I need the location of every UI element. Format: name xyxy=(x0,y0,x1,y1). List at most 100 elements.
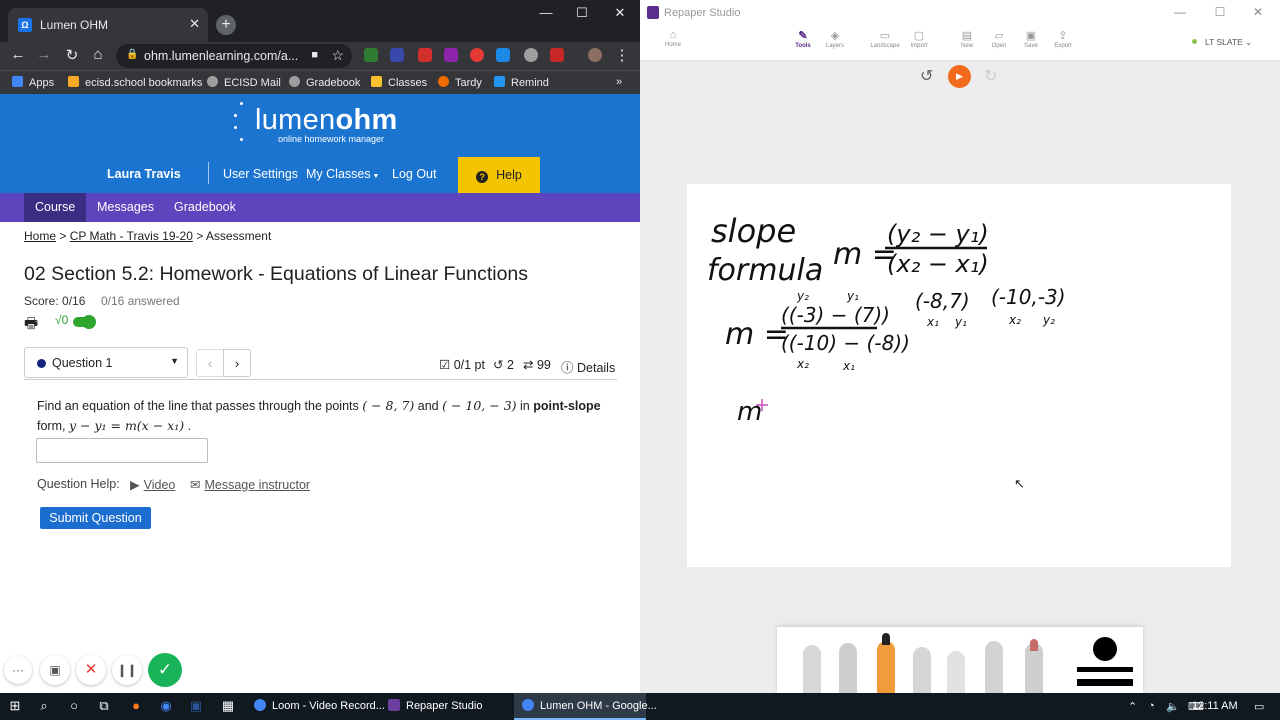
volume-icon[interactable]: 🔈 xyxy=(1166,700,1180,713)
taskbar-app-lumen[interactable]: Lumen OHM - Google... xyxy=(514,693,657,720)
log-out-link[interactable]: Log Out xyxy=(392,167,436,181)
bookmark-mail[interactable]: ECISD Mail xyxy=(207,76,281,89)
tool-landscape[interactable]: ▭ Landscape xyxy=(868,29,902,49)
extension-icon[interactable] xyxy=(418,48,432,62)
extension-icon[interactable] xyxy=(444,48,458,62)
maximize-icon[interactable]: ☐ xyxy=(570,5,594,21)
details-button[interactable]: ⓘ Details xyxy=(561,357,615,376)
extension-icon[interactable] xyxy=(470,48,484,62)
user-settings-link[interactable]: User Settings xyxy=(223,167,298,181)
calculator-icon[interactable]: ▦ xyxy=(218,698,238,714)
stroke-size-dot[interactable] xyxy=(1093,637,1117,661)
search-icon[interactable]: ⌕ xyxy=(34,698,54,714)
extension-icon[interactable] xyxy=(496,48,510,62)
address-bar[interactable]: 🔒 ohm.lumenlearning.com/a... ■ ☆ xyxy=(116,44,352,68)
close-window-icon[interactable]: ✕ xyxy=(1248,5,1268,19)
minimize-icon[interactable]: — xyxy=(534,5,558,20)
print-icon[interactable]: 🖶 xyxy=(24,313,38,338)
task-view-icon[interactable]: ⧉ xyxy=(94,698,114,714)
brush-icon[interactable] xyxy=(913,647,931,693)
undo-icon[interactable]: ↺ xyxy=(920,66,933,86)
cortana-icon[interactable]: ○ xyxy=(64,698,84,713)
pencil-icon[interactable] xyxy=(803,645,821,693)
menu-icon[interactable]: ⋮ xyxy=(612,46,632,64)
tab-messages[interactable]: Messages xyxy=(86,193,165,222)
browser-tab[interactable]: Ω Lumen OHM ✕ xyxy=(8,8,208,42)
question-select[interactable]: Question 1 ▼ xyxy=(24,347,188,378)
chrome-icon[interactable]: ◉ xyxy=(156,698,176,714)
answered-text: 0/16 answered xyxy=(101,294,180,308)
extension-icon[interactable] xyxy=(390,48,404,62)
breadcrumb-course[interactable]: CP Math - Travis 19-20 xyxy=(70,229,193,243)
tab-gradebook[interactable]: Gradebook xyxy=(163,193,247,222)
video-link[interactable]: ▶ Video xyxy=(130,477,175,492)
forward-icon[interactable]: → xyxy=(34,46,54,63)
bookmark-gradebook[interactable]: Gradebook xyxy=(289,76,360,89)
tray-chevron-icon[interactable]: ⌃ xyxy=(1128,700,1137,713)
highlighter-icon[interactable] xyxy=(947,651,965,693)
fine-pen-icon[interactable] xyxy=(839,643,857,693)
profile-avatar[interactable] xyxy=(588,48,602,62)
help-button[interactable]: ? Help xyxy=(458,157,540,193)
bookmark-remind[interactable]: Remind xyxy=(494,76,549,89)
taskbar-app-loom[interactable]: Loom - Video Record... xyxy=(246,693,385,720)
next-question-button[interactable]: › xyxy=(223,349,251,377)
prev-question-button[interactable]: ‹ xyxy=(196,349,224,377)
bookmark-folder[interactable]: ecisd.school bookmarks xyxy=(68,76,202,89)
bookmark-apps[interactable]: Apps xyxy=(12,76,54,89)
bookmark-tardy[interactable]: Tardy xyxy=(438,76,482,89)
tool-home[interactable]: ⌂ Home xyxy=(656,29,690,48)
extension-icon[interactable] xyxy=(550,48,564,62)
maximize-icon[interactable]: ☐ xyxy=(1210,5,1230,19)
back-icon[interactable]: ← xyxy=(8,46,28,63)
bookmark-classes[interactable]: Classes xyxy=(371,76,427,89)
play-button[interactable]: ▶ xyxy=(948,65,971,88)
redo-icon[interactable]: ↻ xyxy=(984,66,997,86)
drawing-canvas[interactable]: slope formula m = (y₂ − y₁) (x₂ − x₁) m … xyxy=(687,184,1231,567)
loom-more-button[interactable]: ··· xyxy=(4,656,32,684)
word-icon[interactable]: ▣ xyxy=(186,698,206,714)
calligraphy-pen-icon[interactable] xyxy=(985,641,1003,693)
tool-new[interactable]: ▤ New xyxy=(950,29,984,49)
bookmark-star-icon[interactable]: ☆ xyxy=(331,47,344,64)
tool-import[interactable]: ▢ Import xyxy=(902,29,936,49)
tool-layers[interactable]: ◈ Layers xyxy=(818,29,852,49)
notifications-icon[interactable]: ▭ xyxy=(1254,700,1264,713)
message-instructor-link[interactable]: ✉ Message instructor xyxy=(190,477,310,492)
minimize-icon[interactable]: — xyxy=(1170,5,1190,19)
loom-finish-button[interactable]: ✓ xyxy=(148,653,182,687)
lumen-logo[interactable]: lumenohm xyxy=(255,104,398,137)
breadcrumb-home[interactable]: Home xyxy=(24,229,56,243)
submit-question-button[interactable]: Submit Question xyxy=(40,507,151,529)
firefox-icon[interactable]: ● xyxy=(126,698,146,713)
loom-camera-icon[interactable]: ▣ xyxy=(40,655,70,685)
tool-save[interactable]: ▣ Save xyxy=(1014,29,1048,49)
marker-icon[interactable] xyxy=(877,641,895,693)
camera-icon[interactable]: ■ xyxy=(311,49,318,61)
stroke-weight-line[interactable] xyxy=(1077,667,1133,672)
tool-tools[interactable]: ✎ Tools xyxy=(786,29,820,49)
more-bookmarks-icon[interactable]: » xyxy=(616,76,622,88)
user-name[interactable]: Laura Travis 👤 xyxy=(107,167,200,182)
loom-pause-icon[interactable]: ❙❙ xyxy=(112,655,142,685)
theme-select[interactable]: LT SLATE ⌄ xyxy=(1192,37,1252,48)
stroke-weight-line[interactable] xyxy=(1077,679,1133,686)
windows-start-icon[interactable]: ⊞ xyxy=(5,698,25,714)
tab-course[interactable]: Course xyxy=(24,193,87,222)
network-icon[interactable]: ◔ xyxy=(1148,700,1155,712)
extension-icon[interactable] xyxy=(524,48,538,62)
tool-open[interactable]: ▱ Open xyxy=(982,29,1016,49)
reload-icon[interactable]: ↻ xyxy=(62,46,82,64)
math-toggle[interactable] xyxy=(73,315,96,329)
close-tab-icon[interactable]: ✕ xyxy=(189,16,200,32)
new-tab-button[interactable]: + xyxy=(216,15,236,35)
taskbar-app-repaper[interactable]: Repaper Studio xyxy=(380,693,512,720)
my-classes-menu[interactable]: My Classes ▼ xyxy=(306,167,379,181)
loom-cancel-icon[interactable]: ✕ xyxy=(76,655,106,685)
close-window-icon[interactable]: ✕ xyxy=(608,5,632,21)
home-icon[interactable]: ⌂ xyxy=(88,46,108,63)
extension-icon[interactable] xyxy=(364,48,378,62)
answer-input[interactable] xyxy=(36,438,208,463)
clock[interactable]: 12:11 AM xyxy=(1192,700,1238,712)
tool-export[interactable]: ⇪ Export xyxy=(1046,29,1080,49)
